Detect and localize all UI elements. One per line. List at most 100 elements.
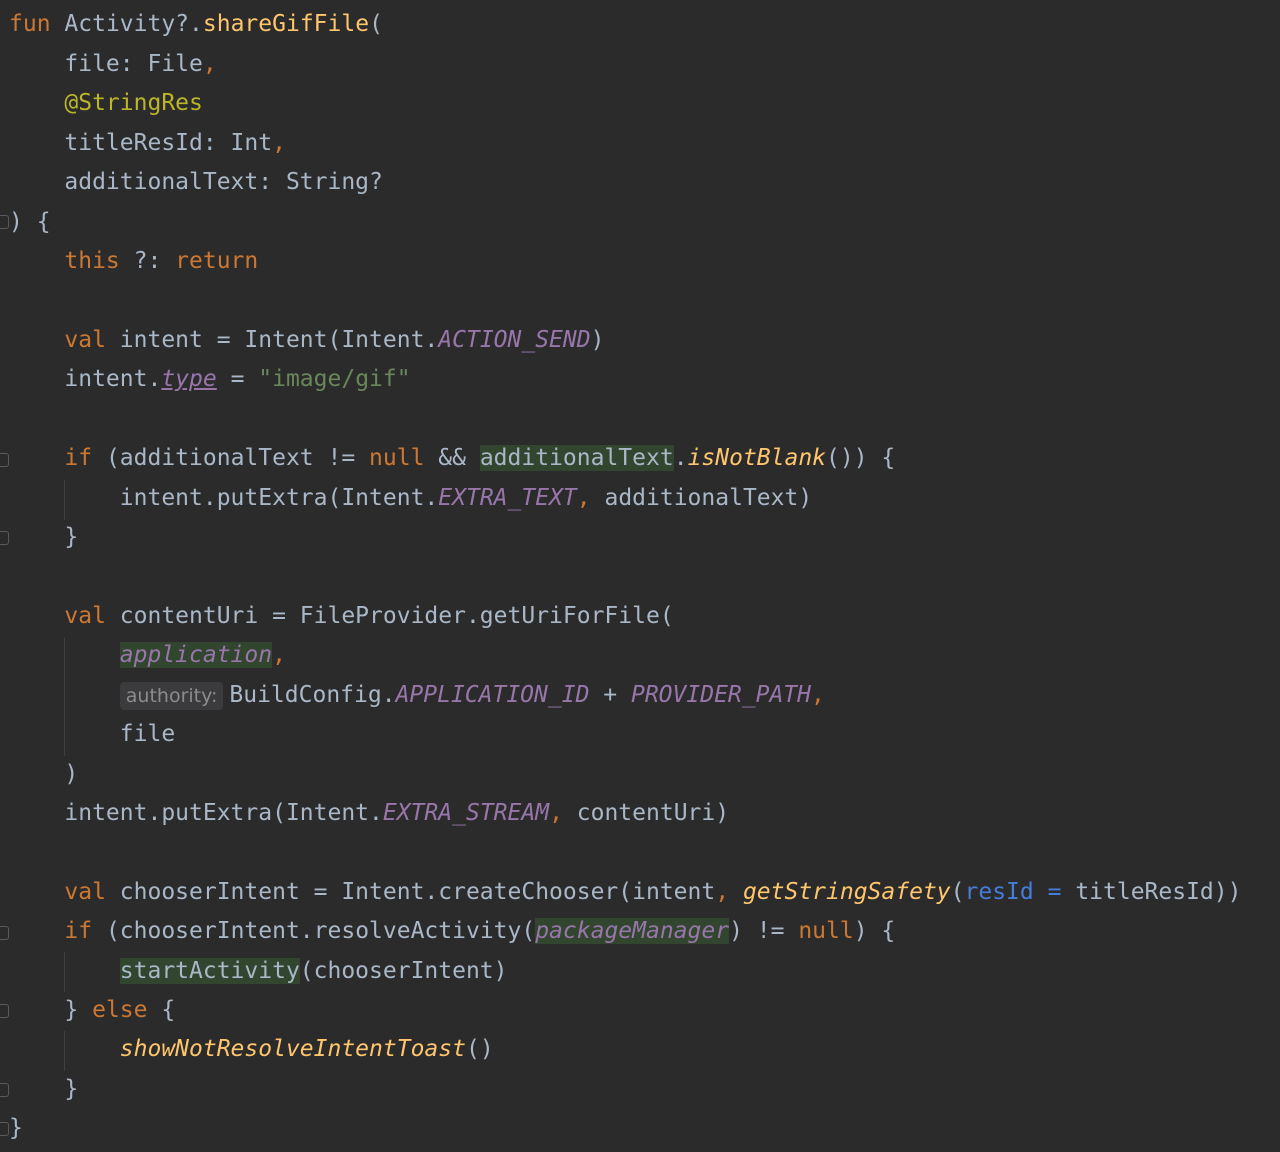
code-line[interactable]: ) — [9, 755, 78, 795]
punctuation: ( — [369, 11, 383, 37]
code-text: contentUri) — [562, 800, 730, 826]
keyword: else — [92, 997, 148, 1023]
code-line[interactable]: val intent = Intent(Intent.ACTION_SEND) — [9, 321, 604, 361]
code-text: (additionalText != — [92, 445, 370, 471]
code-text: BuildConfig. — [229, 682, 396, 708]
fold-marker-icon[interactable] — [0, 1122, 9, 1136]
keyword: val — [64, 327, 106, 353]
code-line[interactable]: additionalText: String? — [9, 163, 383, 203]
operator: + — [589, 682, 631, 708]
synthetic-property: type — [161, 366, 217, 392]
code-line[interactable]: } — [9, 518, 78, 558]
keyword: if — [64, 445, 93, 471]
code-editor[interactable]: fun Activity?.shareGifFile( file: File, … — [0, 0, 1280, 1152]
parameter: file: File — [64, 51, 203, 77]
keyword: null — [798, 918, 854, 944]
punctuation: , — [715, 879, 730, 905]
receiver-type: Activity?. — [64, 11, 203, 37]
code-line[interactable]: fun Activity?.shareGifFile( — [9, 5, 383, 45]
code-text: chooserIntent = Intent.createChooser(int… — [105, 879, 716, 905]
code-line[interactable]: } else { — [9, 991, 175, 1031]
fold-marker-icon[interactable] — [0, 215, 9, 229]
code-text: titleResId)) — [1075, 879, 1242, 905]
fold-marker-icon[interactable] — [0, 531, 9, 545]
punctuation: , — [272, 642, 286, 668]
keyword: this — [64, 248, 120, 274]
code-text: contentUri = FileProvider.getUriForFile( — [105, 603, 674, 629]
code-text: intent. — [64, 366, 162, 392]
punctuation: ) { — [853, 918, 896, 944]
punctuation: . — [673, 445, 688, 471]
extension-function: isNotBlank — [687, 445, 827, 471]
punctuation: ) — [64, 761, 79, 787]
code-text: ) != — [729, 918, 799, 944]
code-line[interactable]: application, — [9, 636, 286, 676]
fold-marker-icon[interactable] — [0, 453, 9, 467]
code-line[interactable]: @StringRes — [9, 84, 203, 124]
constant: EXTRA_TEXT — [438, 485, 577, 511]
parameter-hint: authority: — [119, 681, 224, 710]
code-line[interactable]: titleResId: Int, — [9, 124, 286, 164]
smart-cast-highlight: additionalText — [479, 445, 674, 471]
code-line[interactable]: this ?: return — [9, 242, 258, 282]
punctuation: } — [64, 1076, 79, 1102]
named-argument: resId — [964, 879, 1034, 905]
punctuation: } — [64, 997, 93, 1023]
constant: EXTRA_STREAM — [382, 800, 550, 826]
code-line[interactable]: } — [9, 1109, 23, 1149]
code-text: intent = Intent(Intent. — [105, 327, 439, 353]
code-text: file — [119, 721, 176, 747]
punctuation: ( — [950, 879, 965, 905]
keyword: null — [369, 445, 425, 471]
annotation: @StringRes — [64, 90, 203, 116]
context-call: startActivity — [119, 958, 300, 984]
constant: APPLICATION_ID — [395, 682, 590, 708]
operator: = — [216, 366, 259, 392]
operator: ?: — [119, 248, 176, 274]
punctuation: ) — [590, 327, 605, 353]
constant: ACTION_SEND — [438, 327, 591, 353]
code-line[interactable]: val contentUri = FileProvider.getUriForF… — [9, 597, 674, 637]
code-line[interactable]: intent.putExtra(Intent.EXTRA_TEXT, addit… — [9, 479, 812, 519]
operator: && — [424, 445, 480, 471]
code-text: additionalText) — [590, 485, 813, 511]
function-call: showNotResolveIntentToast — [119, 1036, 466, 1062]
function-name: shareGifFile — [202, 11, 370, 37]
fold-marker-icon[interactable] — [0, 926, 9, 940]
context-property: application — [119, 642, 273, 668]
fold-marker-icon[interactable] — [0, 1004, 9, 1018]
code-line[interactable]: authority: BuildConfig.APPLICATION_ID + P… — [9, 676, 825, 716]
code-text: intent.putExtra(Intent. — [64, 800, 383, 826]
keyword: if — [64, 918, 93, 944]
punctuation: () — [465, 1036, 494, 1062]
keyword: return — [175, 248, 259, 274]
context-property: packageManager — [535, 918, 730, 944]
code-line[interactable]: file — [9, 715, 175, 755]
punctuation: ()) { — [826, 445, 896, 471]
code-line[interactable]: intent.type = "image/gif" — [9, 360, 411, 400]
code-text: intent.putExtra(Intent. — [119, 485, 439, 511]
code-line[interactable]: showNotResolveIntentToast() — [9, 1030, 494, 1070]
code-line[interactable]: file: File, — [9, 45, 217, 85]
code-line[interactable]: if (additionalText != null && additional… — [9, 439, 895, 479]
code-line[interactable]: intent.putExtra(Intent.EXTRA_STREAM, con… — [9, 794, 729, 834]
extension-function: getStringSafety — [742, 879, 951, 905]
punctuation: } — [9, 1115, 23, 1141]
punctuation: , — [549, 800, 563, 826]
keyword: val — [64, 879, 106, 905]
code-line[interactable]: val chooserIntent = Intent.createChooser… — [9, 873, 1241, 913]
parameter: additionalText: String? — [64, 169, 383, 195]
keyword: fun — [9, 11, 51, 37]
punctuation: , — [811, 682, 825, 708]
punctuation: , — [576, 485, 591, 511]
string-literal: "image/gif" — [258, 366, 411, 392]
code-line[interactable]: startActivity(chooserIntent) — [9, 952, 508, 992]
fold-marker-icon[interactable] — [0, 1083, 9, 1097]
punctuation: } — [64, 524, 79, 550]
code-line[interactable]: } — [9, 1070, 78, 1110]
code-line[interactable]: if (chooserIntent.resolveActivity(packag… — [9, 912, 895, 952]
code-text: (chooserIntent.resolveActivity( — [92, 918, 536, 944]
punctuation: , — [202, 51, 217, 77]
punctuation: , — [272, 130, 286, 156]
code-line[interactable]: ) { — [9, 203, 51, 243]
